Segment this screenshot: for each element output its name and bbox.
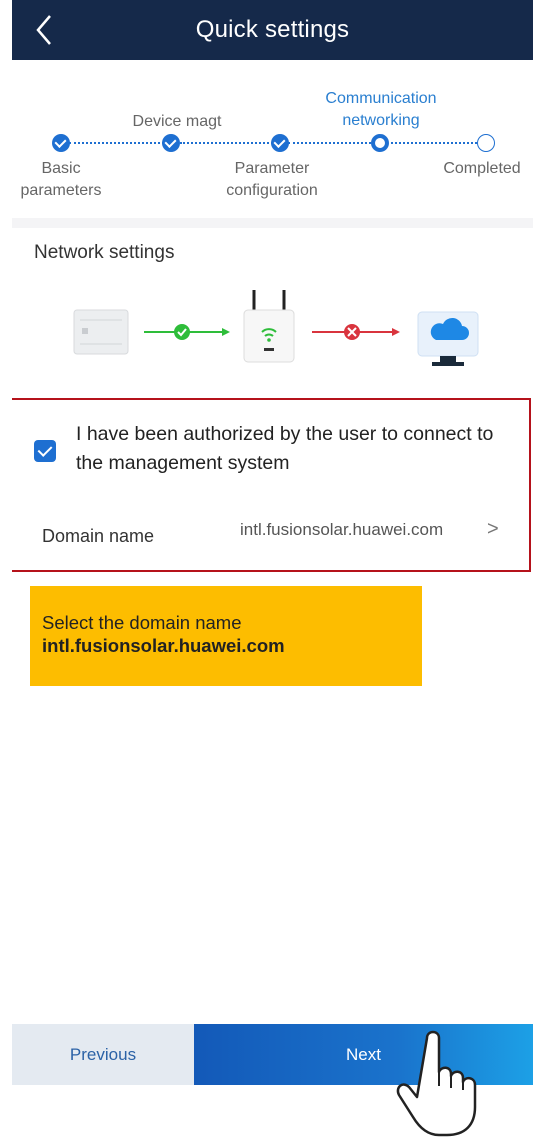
step-connector [180, 142, 280, 144]
progress-stepper: Basic parameters Device magt Parameter c… [12, 60, 533, 218]
authorization-text: I have been authorized by the user to co… [76, 423, 494, 474]
network-settings-card: Network settings I have been authorized … [12, 228, 533, 1085]
step-dot-device-magt [162, 134, 180, 152]
step-connector [288, 142, 383, 144]
cloud-monitor-icon [417, 311, 479, 366]
previous-button[interactable]: Previous [12, 1024, 194, 1085]
domain-name-row[interactable]: Domain name intl.fusionsolar.huawei.com … [12, 500, 528, 570]
connected-link-icon [144, 324, 230, 340]
step-label-completed: Completed [443, 160, 521, 177]
app-header: Quick settings [12, 0, 533, 60]
step-dot-parameter-configuration [271, 134, 289, 152]
step-connector [69, 142, 172, 144]
callout-line-1: Select the domain name [42, 612, 242, 633]
instruction-callout: Select the domain name intl.fusionsolar.… [30, 586, 422, 686]
authorization-highlight: I have been authorized by the user to co… [12, 398, 531, 572]
domain-name-value: intl.fusionsolar.huawei.com [240, 520, 444, 539]
app-screen: Quick settings Basic parameters Device m… [12, 0, 533, 1085]
domain-name-label: Domain name [42, 526, 155, 546]
authorization-checkbox[interactable] [34, 440, 56, 462]
page-title: Quick settings [195, 16, 350, 43]
section-title: Network settings [34, 242, 175, 263]
step-label-communication-networking: Communication networking [325, 90, 437, 129]
callout-domain: intl.fusionsolar.huawei.com [42, 635, 285, 656]
step-dot-communication-networking [371, 134, 389, 152]
pointing-hand-icon [396, 1030, 477, 1137]
step-label-basic-parameters: Basic parameters [20, 160, 102, 199]
step-dot-basic-parameters [52, 134, 70, 152]
step-label-parameter-configuration: Parameter configuration [226, 160, 318, 199]
router-icon [243, 290, 295, 363]
chevron-right-icon: > [487, 518, 499, 540]
disconnected-link-icon [312, 324, 400, 340]
step-label-device-magt: Device magt [132, 113, 222, 130]
step-dot-completed [477, 134, 495, 152]
step-connector [391, 142, 477, 144]
network-diagram [73, 290, 479, 366]
inverter-icon [73, 309, 129, 355]
